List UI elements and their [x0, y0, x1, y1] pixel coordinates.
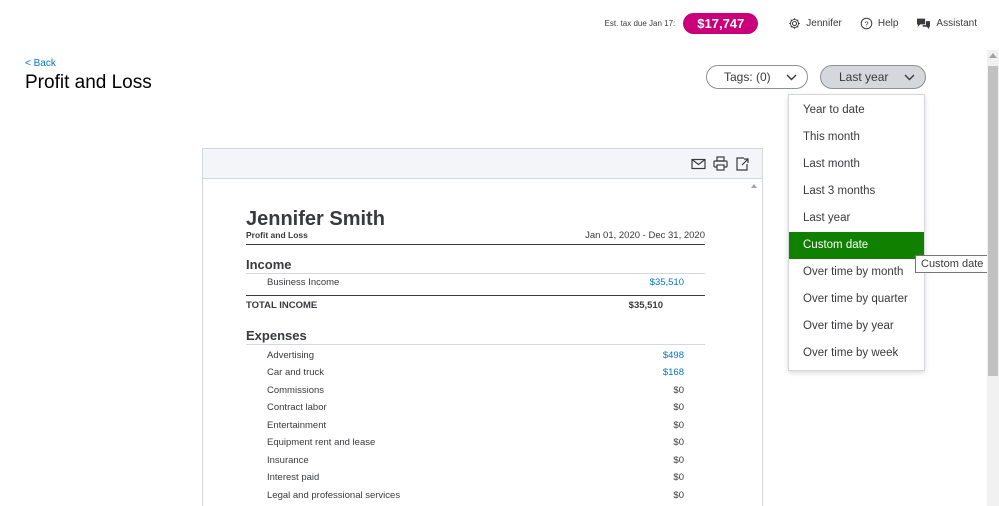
help-button[interactable]: ? Help: [860, 17, 899, 30]
report-name: Profit and Loss: [246, 230, 308, 240]
period-dropdown[interactable]: Last year: [820, 65, 926, 89]
row-label: Commissions: [267, 384, 325, 396]
table-row: Legal and professional services $0: [246, 487, 705, 505]
table-row: Business Income $35,510: [246, 274, 705, 292]
row-amount: $0: [673, 402, 684, 413]
menu-item-this-month[interactable]: This month: [789, 124, 924, 151]
row-amount: $0: [673, 489, 684, 501]
email-icon[interactable]: [691, 158, 706, 170]
total-income-label: TOTAL INCOME: [246, 299, 318, 311]
est-tax-badge[interactable]: $17,747: [683, 12, 759, 34]
row-label: Contract labor: [267, 402, 327, 413]
report-body: Jennifer Smith Profit and Loss Jan 01, 2…: [246, 207, 705, 504]
menu-item-over-time-by-quarter[interactable]: Over time by quarter: [789, 286, 924, 313]
assistant-label: Assistant: [936, 17, 977, 29]
total-income-amount: $35,510: [628, 299, 663, 311]
est-tax-label: Est. tax due Jan 17:: [604, 18, 676, 28]
gear-icon: [789, 17, 801, 29]
date-range: Jan 01, 2020 - Dec 31, 2020: [585, 230, 705, 241]
table-row: Car and truck $168: [246, 364, 705, 382]
scrollbar-thumb[interactable]: [988, 66, 998, 376]
row-amount[interactable]: $35,510: [650, 274, 684, 292]
user-settings-button[interactable]: Jennifer: [788, 17, 842, 30]
row-amount: $0: [673, 384, 684, 396]
period-label: Last year: [839, 70, 889, 84]
chevron-down-icon: [786, 74, 797, 80]
menu-item-over-time-by-month[interactable]: Over time by month: [789, 259, 924, 286]
help-icon: ?: [860, 17, 873, 29]
assistant-button[interactable]: Assistant: [916, 17, 977, 30]
top-bar: Est. tax due Jan 17: $17,747 Jennifer ? …: [605, 11, 977, 35]
income-heading: Income: [246, 257, 705, 274]
table-row: Advertising $498: [246, 347, 705, 365]
row-label: Entertainment: [267, 419, 327, 431]
menu-item-over-time-by-week[interactable]: Over time by week: [789, 340, 924, 367]
row-amount: $0: [673, 454, 684, 466]
row-label: Insurance: [267, 454, 309, 466]
table-row: Insurance $0: [246, 452, 705, 470]
back-link[interactable]: < Back: [25, 58, 56, 69]
menu-item-last-month[interactable]: Last month: [789, 151, 924, 178]
menu-item-last-3-months[interactable]: Last 3 months: [789, 178, 924, 205]
company-name: Jennifer Smith: [246, 208, 385, 230]
row-label: Equipment rent and lease: [267, 437, 376, 448]
chat-icon: [917, 18, 931, 29]
row-amount[interactable]: $168: [663, 364, 684, 382]
period-menu: Year to date This month Last month Last …: [788, 94, 925, 371]
table-row: Commissions $0: [246, 382, 705, 400]
help-label: Help: [877, 17, 899, 29]
row-amount: $0: [673, 472, 684, 483]
expenses-heading: Expenses: [246, 328, 705, 345]
table-row: Entertainment $0: [246, 417, 705, 435]
table-row: Equipment rent and lease $0: [246, 434, 705, 452]
svg-text:?: ?: [864, 19, 868, 28]
page-title: Profit and Loss: [25, 72, 152, 93]
report-toolbar: [203, 149, 762, 179]
row-label: Advertising: [267, 349, 314, 361]
menu-item-year-to-date[interactable]: Year to date: [789, 97, 924, 124]
print-icon[interactable]: [713, 156, 728, 171]
custom-date-tooltip: Custom date: [915, 255, 990, 273]
tags-dropdown[interactable]: Tags: (0): [706, 65, 808, 89]
table-row: Interest paid $0: [246, 469, 705, 487]
row-label: Business Income: [267, 277, 340, 288]
scroll-up-arrow[interactable]: [989, 53, 997, 58]
chevron-down-icon: [904, 74, 915, 80]
user-name: Jennifer: [806, 17, 842, 29]
menu-item-over-time-by-year[interactable]: Over time by year: [789, 313, 924, 340]
row-label: Interest paid: [267, 472, 320, 483]
row-amount[interactable]: $498: [663, 347, 684, 365]
row-amount: $0: [673, 419, 684, 431]
tags-label: Tags: (0): [724, 70, 771, 84]
report-scroll-up-arrow[interactable]: [751, 184, 757, 188]
report-panel: Jennifer Smith Profit and Loss Jan 01, 2…: [202, 148, 763, 506]
report-subheader: Profit and Loss Jan 01, 2020 - Dec 31, 2…: [246, 230, 705, 245]
menu-item-custom-date[interactable]: Custom date: [789, 232, 924, 259]
export-icon[interactable]: [735, 156, 750, 171]
table-row: Contract labor $0: [246, 399, 705, 417]
row-label: Legal and professional services: [267, 489, 401, 501]
row-label: Car and truck: [267, 367, 325, 378]
row-amount: $0: [673, 437, 684, 448]
menu-item-last-year[interactable]: Last year: [789, 205, 924, 232]
total-income-row: TOTAL INCOME $35,510: [246, 294, 705, 316]
